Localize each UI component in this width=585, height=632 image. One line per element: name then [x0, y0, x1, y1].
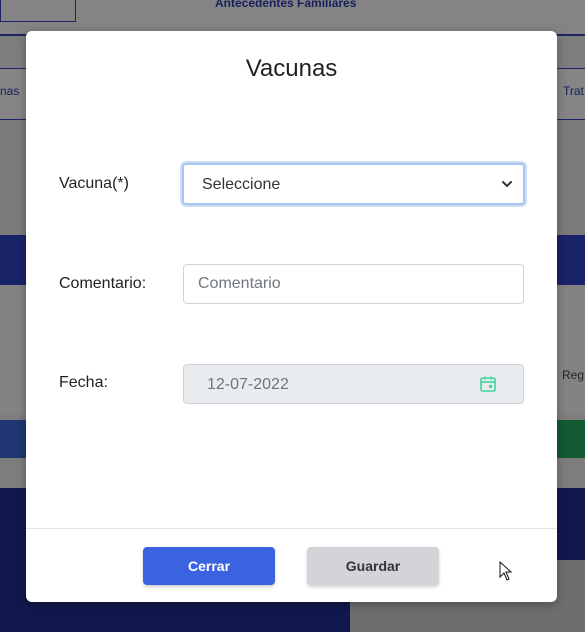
date-value: 12-07-2022: [207, 376, 289, 393]
comment-placeholder: Comentario: [198, 275, 281, 292]
comment-label: Comentario:: [59, 275, 147, 292]
modal-footer-divider: [26, 528, 557, 529]
vaccine-select[interactable]: Seleccione: [182, 163, 525, 205]
mouse-cursor-icon: [499, 561, 513, 581]
vaccine-label: Vacuna(*): [59, 175, 129, 192]
vaccine-modal: Vacunas Vacuna(*) Seleccione Comentario:…: [26, 31, 557, 602]
date-input[interactable]: 12-07-2022: [183, 364, 524, 404]
save-button[interactable]: Guardar: [307, 547, 439, 585]
chevron-down-icon: [502, 181, 512, 187]
close-button[interactable]: Cerrar: [143, 547, 275, 585]
vaccine-select-value: Seleccione: [202, 176, 281, 193]
modal-title: Vacunas: [245, 55, 338, 82]
date-label: Fecha:: [59, 374, 108, 391]
calendar-icon[interactable]: [479, 375, 497, 393]
comment-input[interactable]: Comentario: [183, 264, 524, 304]
